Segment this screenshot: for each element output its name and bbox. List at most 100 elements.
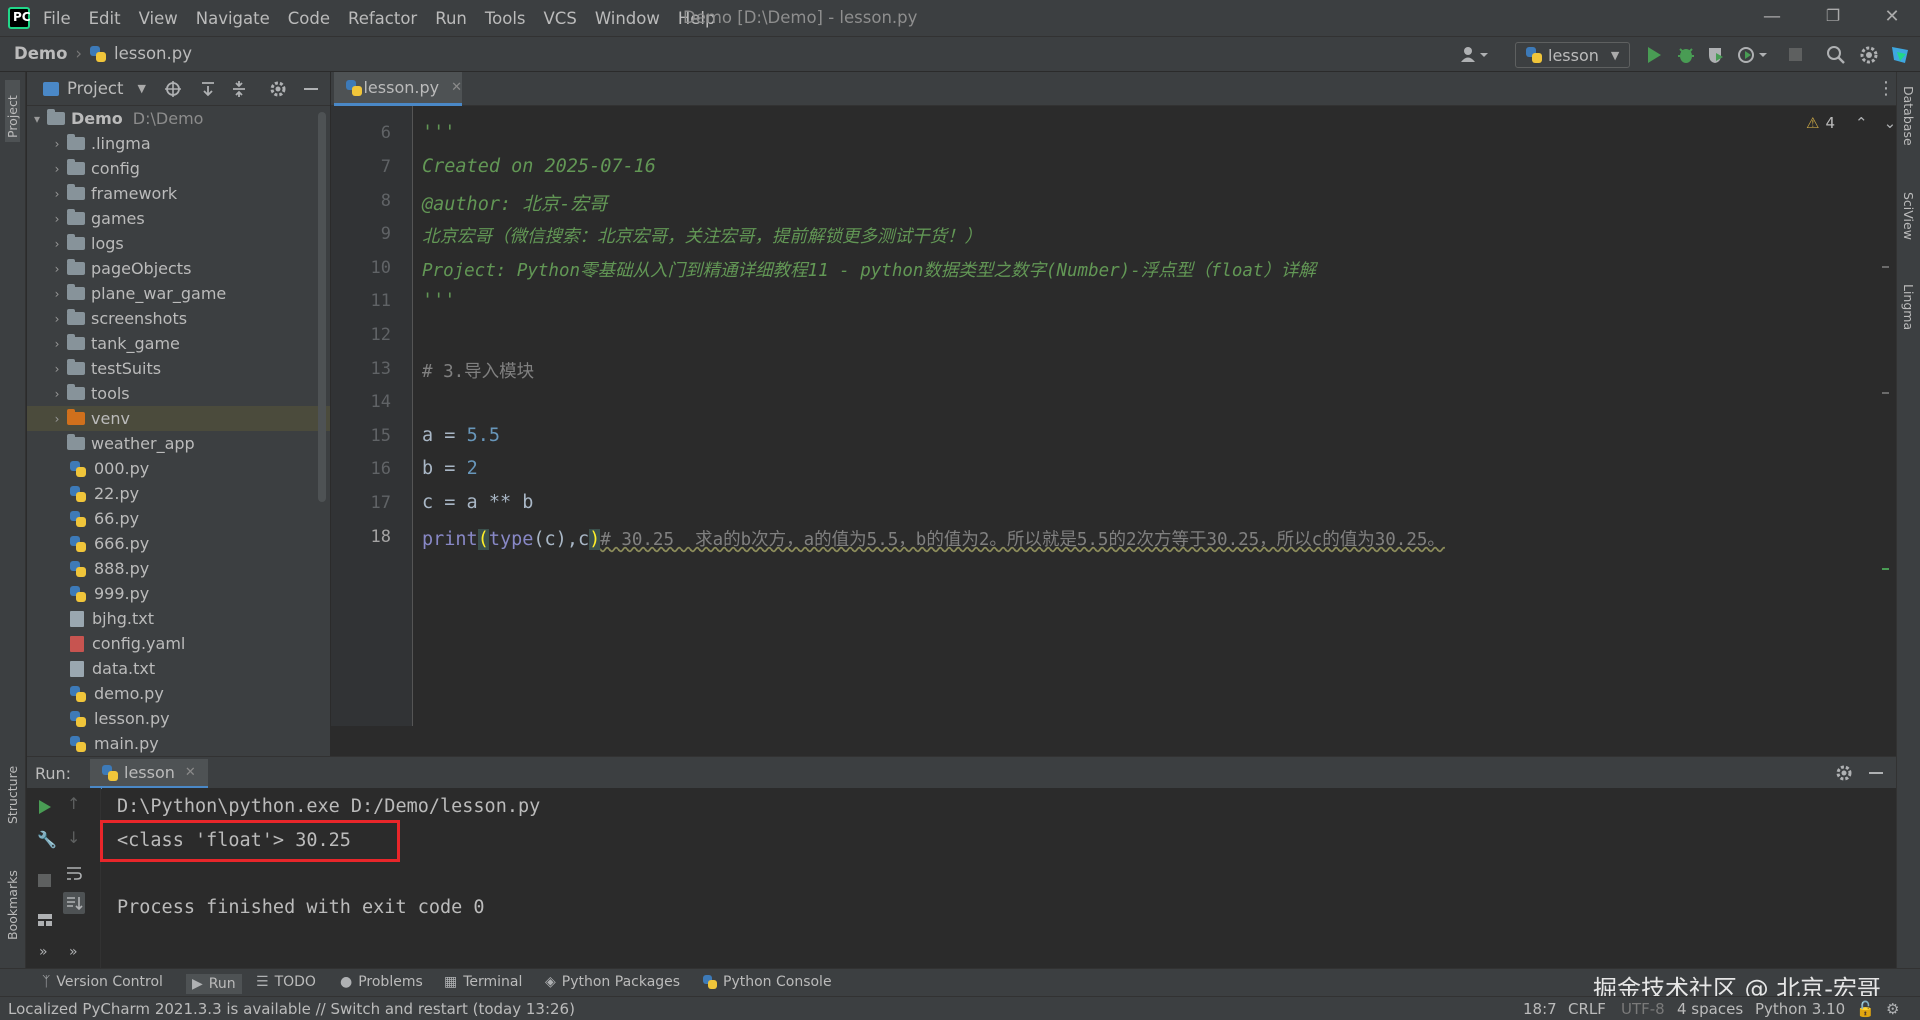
run-config-selector[interactable]: lesson ▼ [1515, 42, 1630, 68]
bookmarks-tool-button[interactable]: Bookmarks [5, 862, 20, 940]
tree-root-demo[interactable]: ▾ Demo D:\Demo [27, 106, 330, 131]
expand-all-icon[interactable] [199, 80, 217, 98]
tool-terminal[interactable]: ▦ Terminal [444, 974, 522, 990]
gear-icon[interactable] [1835, 764, 1853, 782]
settings-gear-icon[interactable] [1859, 45, 1879, 65]
sciview-tool-button[interactable]: SciView [1901, 192, 1916, 262]
run-tab-lesson[interactable]: lesson ✕ [90, 759, 208, 789]
tree-folder[interactable]: › .lingma [27, 131, 330, 156]
indent-setting[interactable]: 4 spaces [1677, 1000, 1743, 1018]
tree-file[interactable]: 888.py [27, 556, 330, 581]
tree-folder[interactable]: › plane_war_game [27, 281, 330, 306]
line-separator[interactable]: CRLF [1568, 1000, 1606, 1018]
close-icon[interactable]: ✕ [1880, 6, 1904, 30]
tool-problems[interactable]: ● Problems [340, 974, 423, 990]
tree-folder-venv[interactable]: › venv [27, 406, 330, 431]
project-scrollbar[interactable] [318, 112, 326, 502]
close-tab-icon[interactable]: ✕ [451, 80, 462, 95]
menu-vcs[interactable]: VCS [535, 9, 586, 28]
tree-folder[interactable]: › testSuits [27, 356, 330, 381]
coverage-icon[interactable] [1706, 45, 1726, 65]
tool-todo[interactable]: ☰ TODO [256, 974, 316, 990]
menu-refactor[interactable]: Refactor [339, 9, 426, 28]
tool-version-control[interactable]: ᛉ Version Control [42, 974, 163, 990]
wrench-icon[interactable]: 🔧 [37, 830, 57, 849]
tree-file[interactable]: lesson.py [27, 706, 330, 731]
tree-file[interactable]: demo.py [27, 681, 330, 706]
tool-python-console[interactable]: Python Console [703, 974, 832, 990]
caret-position[interactable]: 18:7 [1523, 1000, 1557, 1018]
status-message[interactable]: Localized PyCharm 2021.3.3 is available … [8, 1000, 575, 1018]
breadcrumb-project[interactable]: Demo [14, 44, 67, 63]
stop-icon[interactable] [38, 874, 51, 887]
tab-lesson-py[interactable]: lesson.py ✕ [334, 72, 462, 106]
layout-icon[interactable] [37, 912, 53, 928]
profile-icon[interactable] [1736, 45, 1770, 65]
hide-panel-icon[interactable] [304, 88, 318, 90]
menu-file[interactable]: File [34, 9, 80, 28]
tree-file[interactable]: 666.py [27, 531, 330, 556]
python-interpreter[interactable]: Python 3.10 [1755, 1000, 1845, 1018]
soft-wrap-icon[interactable] [65, 864, 83, 882]
tree-file[interactable]: 22.py [27, 481, 330, 506]
more-actions-icon[interactable]: » [39, 944, 48, 960]
tree-file[interactable]: config.yaml [27, 631, 330, 656]
tree-file[interactable]: 66.py [27, 506, 330, 531]
structure-tool-button[interactable]: Structure [5, 756, 20, 824]
locate-file-icon[interactable] [164, 80, 182, 98]
tree-file[interactable]: data.txt [27, 656, 330, 681]
close-tab-icon[interactable]: ✕ [185, 765, 196, 780]
collapse-all-icon[interactable] [230, 80, 248, 98]
hide-panel-icon[interactable] [1869, 772, 1883, 774]
more-actions-icon[interactable]: » [69, 944, 78, 960]
lingma-tool-button[interactable]: Lingma [1901, 284, 1916, 354]
file-encoding[interactable]: UTF-8 [1621, 1000, 1665, 1018]
up-arrow-icon[interactable]: ↑ [67, 794, 80, 813]
tree-file[interactable]: main.py [27, 731, 330, 756]
code-editor[interactable] [414, 106, 1904, 726]
tree-folder[interactable]: › tools [27, 381, 330, 406]
run-icon[interactable] [1645, 45, 1663, 65]
tree-file[interactable]: 999.py [27, 581, 330, 606]
debug-icon[interactable] [1676, 45, 1696, 65]
tree-folder[interactable]: › config [27, 156, 330, 181]
restore-icon[interactable]: ❐ [1821, 6, 1845, 30]
breadcrumb-file[interactable]: lesson.py [114, 44, 192, 63]
menu-edit[interactable]: Edit [80, 9, 130, 28]
tree-folder[interactable]: › tank_game [27, 331, 330, 356]
tree-folder[interactable]: › logs [27, 231, 330, 256]
tree-folder[interactable]: › screenshots [27, 306, 330, 331]
menu-navigate[interactable]: Navigate [187, 9, 279, 28]
tree-folder[interactable]: › games [27, 206, 330, 231]
lock-icon[interactable]: 🔓 [1856, 1000, 1875, 1018]
ide-plugin-logo-icon[interactable] [1889, 44, 1911, 66]
tree-file[interactable]: bjhg.txt [27, 606, 330, 631]
editor-scrollbar[interactable] [1882, 106, 1889, 726]
menu-view[interactable]: View [130, 9, 187, 28]
menu-window[interactable]: Window [586, 9, 669, 28]
menu-code[interactable]: Code [279, 9, 339, 28]
run-console[interactable]: D:\Python\python.exe D:/Demo/lesson.py <… [100, 788, 1896, 968]
menu-run[interactable]: Run [426, 9, 476, 28]
gear-icon[interactable] [269, 80, 287, 98]
down-arrow-icon[interactable]: ↓ [67, 828, 80, 847]
stop-icon[interactable] [1789, 48, 1802, 61]
database-tool-button[interactable]: Database [1901, 86, 1916, 166]
rerun-icon[interactable] [37, 798, 53, 816]
user-icon[interactable] [1460, 45, 1490, 65]
previous-highlight-icon[interactable]: ⌃ [1855, 114, 1868, 132]
tree-folder[interactable]: weather_app [27, 431, 330, 456]
tree-folder[interactable]: › framework [27, 181, 330, 206]
project-tool-button[interactable]: Project [5, 80, 20, 142]
tool-run[interactable]: ▶ Run [186, 974, 242, 994]
minimize-icon[interactable]: — [1760, 6, 1784, 30]
more-options-icon[interactable]: ⋮ [1877, 78, 1895, 99]
tree-file[interactable]: 000.py [27, 456, 330, 481]
notifications-icon[interactable]: ⚙ [1886, 1000, 1899, 1018]
tool-python-packages[interactable]: ◈ Python Packages [545, 974, 680, 990]
project-view-selector[interactable]: Project ▼ [43, 79, 146, 98]
menu-tools[interactable]: Tools [476, 9, 535, 28]
tree-folder[interactable]: › pageObjects [27, 256, 330, 281]
search-icon[interactable] [1826, 45, 1846, 65]
scroll-to-end-icon[interactable] [63, 892, 85, 914]
